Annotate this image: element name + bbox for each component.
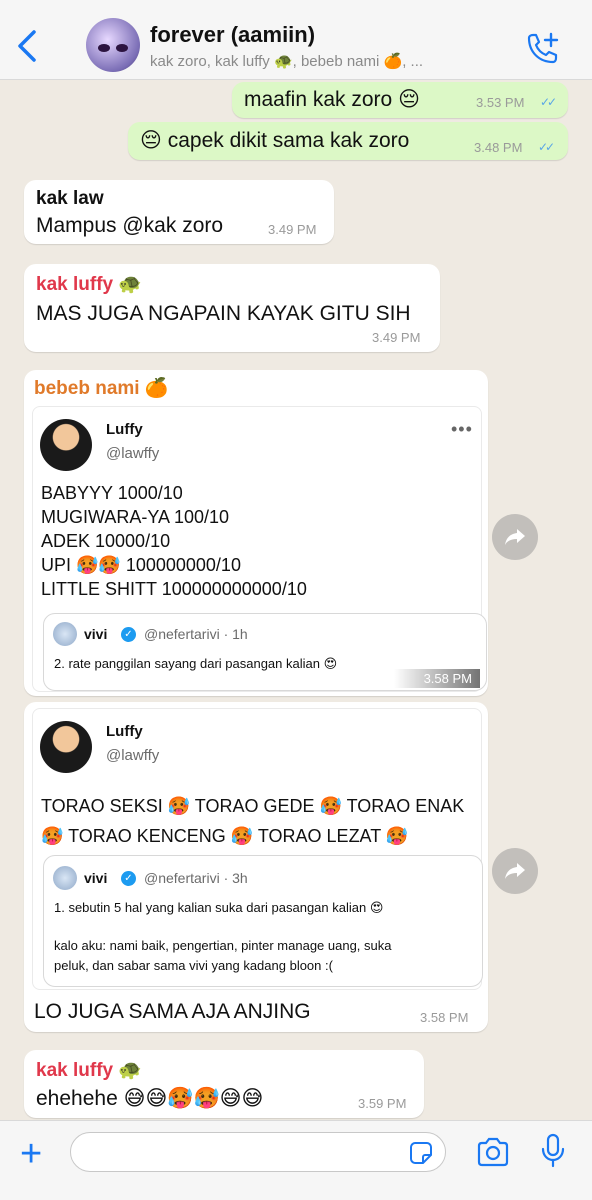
sender-name: kak luffy 🐢 [36,274,143,295]
message-time: 3.49 PM [372,330,421,345]
message-time: 3.53 PM [476,95,525,110]
message-bubble-outgoing[interactable]: 😔 capek dikit sama kak zoro 3.48 PM ✓✓ [128,122,568,160]
quoted-author-avatar [53,622,77,646]
message-text: MAS JUGA NGAPAIN KAYAK GITU SIH [36,302,411,325]
compose-bar: + [0,1120,592,1200]
quoted-author-handle: @nefertarivi · 1h [144,626,248,642]
quoted-author-avatar [53,866,77,890]
tweet-author-name: Luffy [106,723,143,740]
message-time: 3.59 PM [358,1096,407,1111]
chat-header: forever (aamiin) kak zoro, kak luffy 🐢, … [0,0,592,80]
message-text: maafin kak zoro 😔 [244,88,420,111]
verified-badge-icon: ✓ [121,627,136,642]
sender-name: kak luffy 🐢 [36,1060,143,1081]
tweet-author-avatar [40,419,92,471]
message-text: LO JUGA SAMA AJA ANJING [34,1000,311,1023]
tweet-author-handle: @lawffy [106,445,160,462]
quoted-tweet-text: peluk, dan sabar sama vivi yang kadang b… [54,958,333,973]
message-bubble-incoming[interactable]: kak luffy 🐢 ehehehe 😅😅🥵🥵😅😅 3.59 PM [24,1050,424,1118]
message-bubble-incoming[interactable]: kak law Mampus @kak zoro 3.49 PM [24,180,334,244]
tweet-text: TORAO SEKSI 🥵 TORAO GEDE 🥵 TORAO ENAK 🥵 … [41,791,464,851]
tweet-card[interactable]: Luffy @lawffy ••• BABYYY 1000/10 MUGIWAR… [32,406,487,692]
add-call-icon[interactable] [524,32,560,66]
microphone-icon[interactable] [540,1133,566,1169]
tweet-card[interactable]: Luffy @lawffy TORAO SEKSI 🥵 TORAO GEDE 🥵… [32,708,483,990]
tweet-line: BABYYY 1000/10 [41,483,183,503]
forward-button[interactable] [492,514,538,560]
message-time: 3.58 PM [420,1010,469,1025]
tweet-author-avatar [40,721,92,773]
quoted-tweet-text: 1. sebutin 5 hal yang kalian suka dari p… [54,900,384,915]
message-bubble-outgoing[interactable]: maafin kak zoro 😔 3.53 PM ✓✓ [232,82,568,118]
message-text: 😔 capek dikit sama kak zoro [140,129,410,152]
forward-arrow-icon [505,529,525,545]
quoted-tweet[interactable]: vivi ✓ @nefertarivi · 3h 1. sebutin 5 ha… [43,855,483,987]
tweet-line: LITTLE SHITT 100000000000/10 [41,579,307,599]
quoted-author-name: vivi [84,626,108,642]
message-time: 3.58 PM [393,669,480,688]
message-time: 3.49 PM [268,222,317,237]
quoted-author-name: vivi [84,870,108,886]
quoted-tweet-text: kalo aku: nami baik, pengertian, pinter … [54,938,392,953]
tweet-line: 🥵 TORAO KENCENG 🥵 TORAO LEZAT 🥵 [41,826,409,846]
quoted-tweet[interactable]: vivi ✓ @nefertarivi · 1h 2. rate panggil… [43,613,487,691]
forward-arrow-icon [505,863,525,879]
back-chevron-icon[interactable] [14,28,42,64]
message-input[interactable] [70,1132,446,1172]
read-ticks-icon: ✓✓ [538,140,555,154]
message-text: ehehehe 😅😅🥵🥵😅😅 [36,1087,264,1110]
tweet-text: BABYYY 1000/10 MUGIWARA-YA 100/10 ADEK 1… [41,481,307,601]
read-ticks-icon: ✓✓ [540,95,557,109]
quoted-author-handle: @nefertarivi · 3h [144,870,248,886]
verified-badge-icon: ✓ [121,871,136,886]
group-avatar[interactable] [86,18,140,72]
group-members: kak zoro, kak luffy 🐢, bebeb nami 🍊, ... [150,53,424,70]
tweet-line: UPI 🥵🥵 100000000/10 [41,555,241,575]
message-bubble-incoming[interactable]: Luffy @lawffy TORAO SEKSI 🥵 TORAO GEDE 🥵… [24,702,488,1032]
attach-plus-icon[interactable]: + [20,1135,42,1173]
sender-name: kak law [36,188,104,209]
group-title[interactable]: forever (aamiin) [150,22,315,48]
tweet-author-handle: @lawffy [106,747,160,764]
more-options-icon[interactable]: ••• [451,419,473,440]
sticker-icon[interactable] [409,1141,433,1165]
quoted-tweet-text: 2. rate panggilan sayang dari pasangan k… [54,656,338,671]
tweet-line: ADEK 10000/10 [41,531,171,551]
tweet-line: MUGIWARA-YA 100/10 [41,507,230,527]
sender-name: bebeb nami 🍊 [34,378,169,399]
tweet-author-name: Luffy [106,421,143,438]
tweet-line: TORAO SEKSI 🥵 TORAO GEDE 🥵 TORAO ENAK [41,796,465,816]
message-bubble-incoming[interactable]: bebeb nami 🍊 Luffy @lawffy ••• BABYYY 10… [24,370,488,696]
camera-icon[interactable] [476,1137,510,1167]
message-bubble-incoming[interactable]: kak luffy 🐢 MAS JUGA NGAPAIN KAYAK GITU … [24,264,440,352]
forward-button[interactable] [492,848,538,894]
message-time: 3.48 PM [474,140,523,155]
